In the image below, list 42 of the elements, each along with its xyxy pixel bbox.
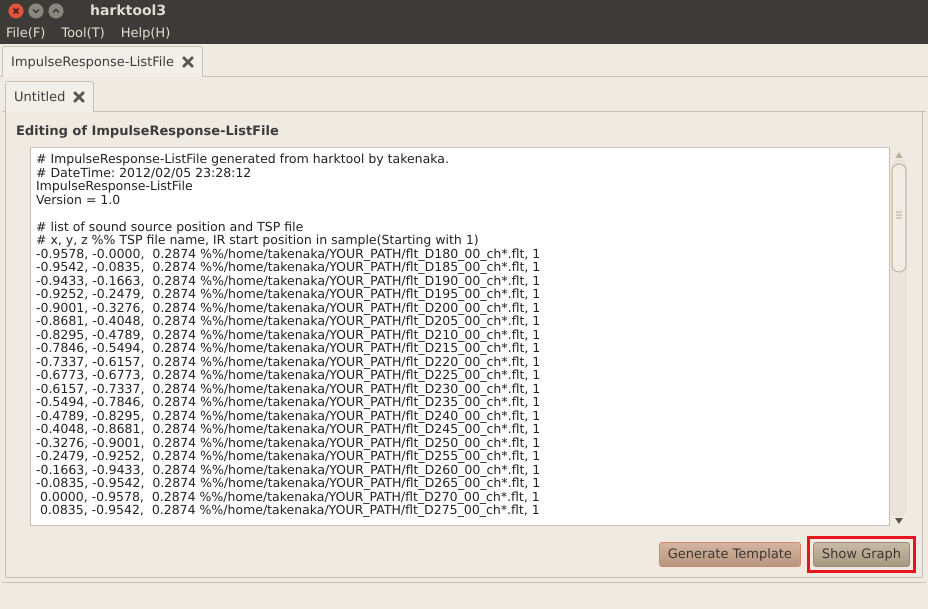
scrollbar[interactable]	[891, 159, 907, 517]
close-icon[interactable]	[8, 3, 24, 19]
close-icon[interactable]	[73, 91, 86, 103]
text-line: # ImpulseResponse-ListFile generated from harktool by takenaka.	[36, 152, 450, 166]
text-line: -0.9542, -0.0835, 0.2874 %%/home/takenaka/YOUR_PATH/flt_D185_00_ch*.flt, 1	[36, 260, 542, 274]
document-tab[interactable]: ImpulseResponse-ListFile	[2, 46, 203, 77]
text-line: -0.3276, -0.9001, 0.2874 %%/home/takenaka/YOUR_PATH/flt_D250_00_ch*.flt, 1	[36, 436, 542, 449]
panel-title: Editing of ImpulseResponse-ListFile	[15, 123, 280, 141]
text-line: -0.2479, -0.9252, 0.2874 %%/home/takenaka/YOUR_PATH/flt_D255_00_ch*.flt, 1	[36, 449, 542, 462]
text-line: # x, y, z %% TSP file name, IR start position in sample(Starting with 1)	[36, 233, 480, 246]
text-line: -0.9433, -0.1663, 0.2874 %%/home/takenaka/YOUR_PATH/flt_D190_00_ch*.flt, 1	[36, 274, 542, 287]
text-line: -0.9001, -0.3276, 0.2874 %%/home/takenaka/YOUR_PATH/flt_D200_00_ch*.flt, 1	[36, 300, 542, 314]
action-button[interactable]: Generate Template	[658, 542, 801, 567]
window-title: harktool3	[90, 3, 166, 19]
text-line: -0.1663, -0.9433, 0.2874 %%/home/takenaka/YOUR_PATH/flt_D260_00_ch*.flt, 1	[36, 462, 542, 476]
menu-item[interactable]: File(F)	[6, 26, 46, 40]
text-line: -0.9252, -0.2479, 0.2874 %%/home/takenaka/YOUR_PATH/flt_D195_00_ch*.flt, 1	[36, 287, 542, 300]
text-line: Version = 1.0	[36, 192, 120, 206]
text-line: -0.7846, -0.5494, 0.2874 %%/home/takenaka/YOUR_PATH/flt_D215_00_ch*.flt, 1	[36, 341, 542, 354]
text-line: # DateTime: 2012/02/05 23:28:12	[36, 166, 252, 179]
text-editor[interactable]	[30, 147, 890, 526]
action-button[interactable]: Show Graph	[812, 542, 910, 567]
text-line: -0.0835, -0.9542, 0.2874 %%/home/takenaka/YOUR_PATH/flt_D265_00_ch*.flt, 1	[36, 476, 542, 490]
text-line: -0.4048, -0.8681, 0.2874 %%/home/takenaka/YOUR_PATH/flt_D245_00_ch*.flt, 1	[36, 422, 542, 436]
text-line: -0.8681, -0.4048, 0.2874 %%/home/takenaka/YOUR_PATH/flt_D205_00_ch*.flt, 1	[36, 314, 542, 328]
text-line: -0.9578, -0.0000, 0.2874 %%/home/takenaka/YOUR_PATH/flt_D180_00_ch*.flt, 1	[36, 246, 542, 260]
close-icon[interactable]	[182, 56, 194, 68]
menu-item[interactable]: Tool(T)	[61, 26, 105, 40]
text-line: 0.0000, -0.9578, 0.2874 %%/home/takenaka/YOUR_PATH/flt_D270_00_ch*.flt, 1	[38, 490, 541, 503]
text-line: 0.0835, -0.9542, 0.2874 %%/home/takenaka/YOUR_PATH/flt_D275_00_ch*.flt, 1	[38, 503, 541, 516]
text-line: -0.6773, -0.6773, 0.2874 %%/home/takenaka/YOUR_PATH/flt_D225_00_ch*.flt, 1	[36, 368, 542, 382]
minimize-icon[interactable]	[28, 3, 44, 19]
text-line: -0.5494, -0.7846, 0.2874 %%/home/takenaka/YOUR_PATH/flt_D235_00_ch*.flt, 1	[36, 395, 542, 408]
text-line: -0.6157, -0.7337, 0.2874 %%/home/takenaka/YOUR_PATH/flt_D230_00_ch*.flt, 1	[36, 382, 542, 395]
text-line: ImpulseResponse-ListFile	[36, 179, 194, 192]
text-line: # list of sound source position and TSP file	[36, 220, 304, 233]
text-line: -0.4789, -0.8295, 0.2874 %%/home/takenaka/YOUR_PATH/flt_D240_00_ch*.flt, 1	[36, 408, 542, 422]
text-line: -0.7337, -0.6157, 0.2874 %%/home/takenaka/YOUR_PATH/flt_D220_00_ch*.flt, 1	[36, 354, 542, 368]
editor-tab[interactable]: Untitled	[5, 81, 94, 112]
menu-item[interactable]: Help(H)	[120, 26, 170, 40]
text-line: -0.8295, -0.4789, 0.2874 %%/home/takenaka/YOUR_PATH/flt_D210_00_ch*.flt, 1	[36, 328, 542, 341]
maximize-icon[interactable]	[48, 3, 64, 19]
